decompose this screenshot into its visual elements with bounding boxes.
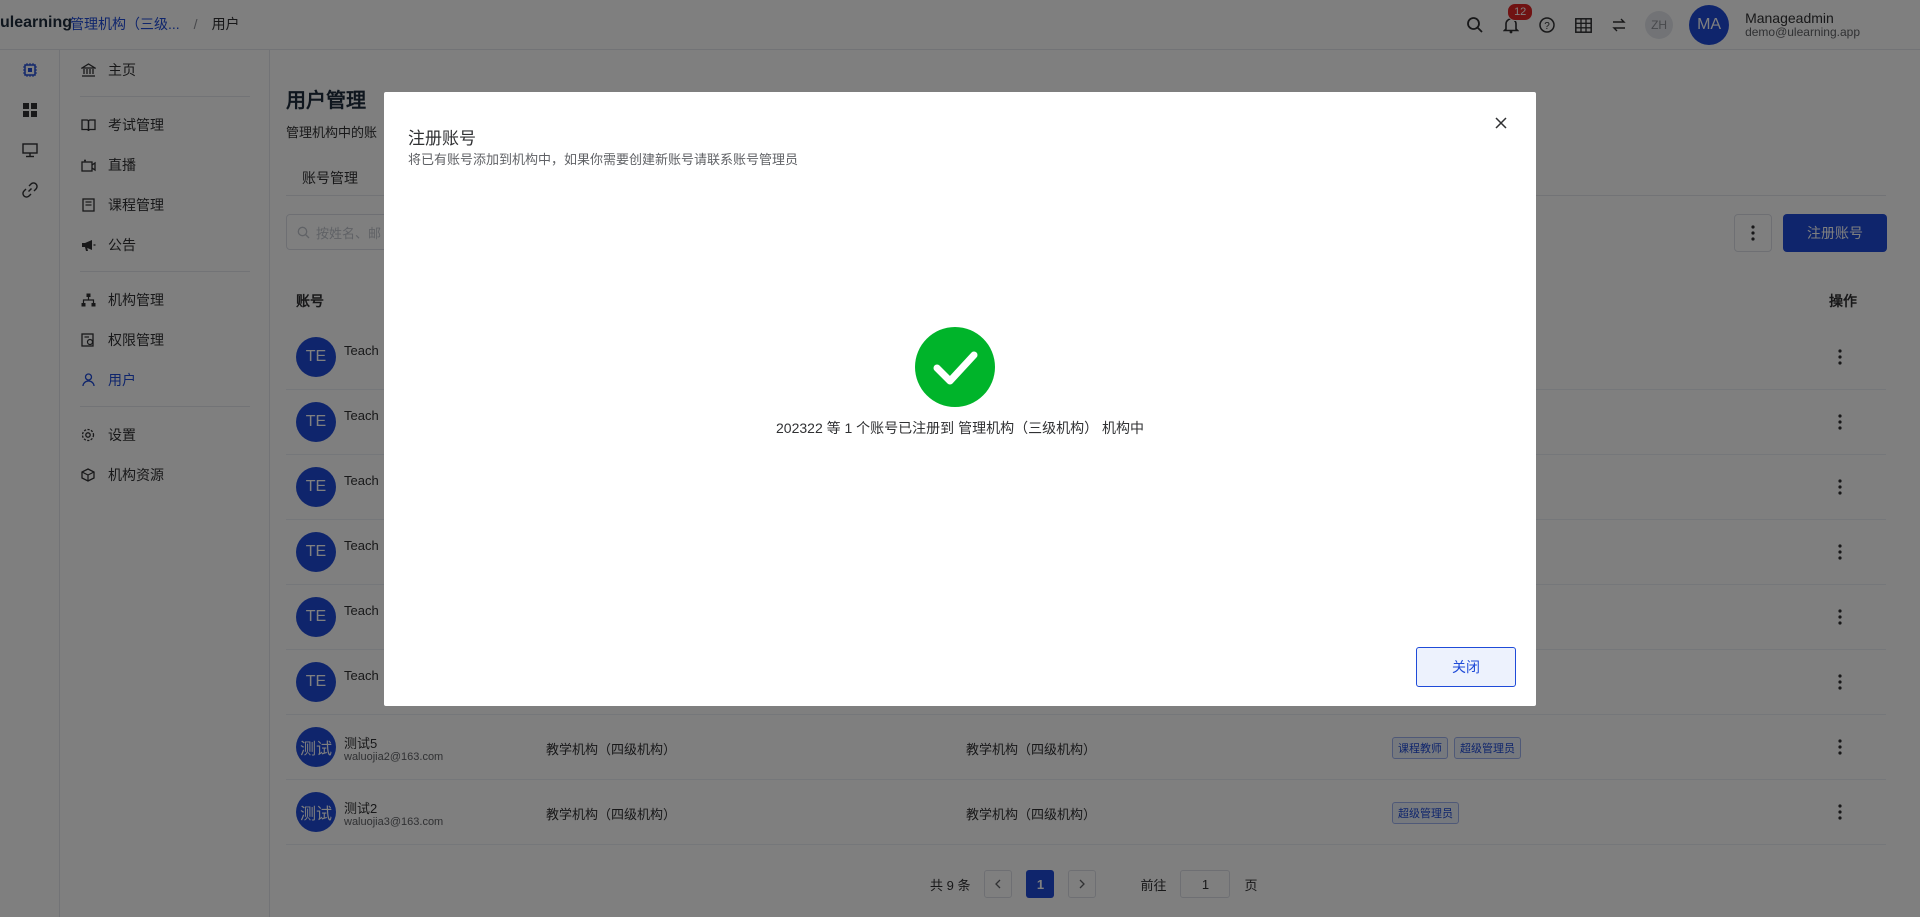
close-dialog-button[interactable]: 关闭 <box>1416 647 1516 687</box>
close-icon[interactable] <box>1490 112 1512 134</box>
success-message: 202322 等 1 个账号已注册到 管理机构（三级机构） 机构中 <box>776 420 1144 436</box>
dialog-subtitle: 将已有账号添加到机构中，如果你需要创建新账号请联系账号管理员 <box>408 152 799 167</box>
success-check-icon <box>915 327 995 407</box>
dialog-title: 注册账号 <box>408 129 476 148</box>
register-dialog: 注册账号 将已有账号添加到机构中，如果你需要创建新账号请联系账号管理员 2023… <box>384 92 1536 706</box>
